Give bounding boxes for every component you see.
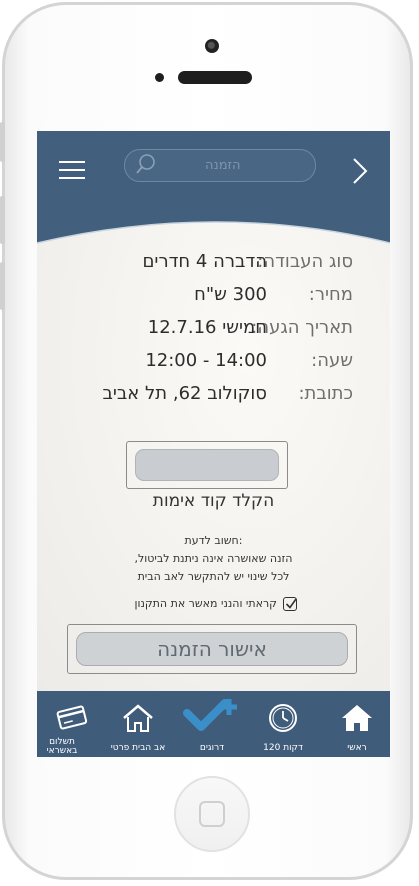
home-icon <box>342 705 372 731</box>
terms-checkbox[interactable] <box>283 597 297 611</box>
app-header: הזמנה <box>37 131 390 211</box>
mute-switch <box>0 122 5 162</box>
app-screen: הזמנה סוג העבודה: הדברה 4 חדרים מחיר: 30… <box>37 131 390 757</box>
tab-main-label: ראשי <box>347 743 367 753</box>
tab-private-caretaker[interactable]: אב הבית פרטי <box>103 691 173 757</box>
tab-private-caretaker-label: אב הבית פרטי <box>110 743 166 753</box>
address-label: כתובת: <box>298 383 353 404</box>
house-icon <box>123 704 153 732</box>
verification-code-input[interactable] <box>135 449 279 481</box>
arrival-date-row: תאריך הגעה: חמישי 12.7.16 <box>47 317 353 343</box>
front-camera <box>205 39 219 53</box>
job-type-label: סוג העבודה: <box>257 251 353 272</box>
price-row: מחיר: 300 ש"ח <box>47 284 353 310</box>
tab-ratings[interactable]: דרוגים <box>177 691 247 757</box>
checkmark-icon <box>285 598 297 609</box>
time-row: שעה: 12:00 - 14:00 <box>47 350 353 376</box>
price-value: 300 ש"ח <box>194 284 267 305</box>
job-type-value: הדברה 4 חדרים <box>142 251 267 272</box>
clock-icon <box>269 704 297 732</box>
tab-payment-label: תשלום באשראי <box>46 737 78 756</box>
important-note-line-1: הזנה שאושרה אינה ניתנת לביטול, <box>134 552 293 565</box>
important-note-title: חשוב לדעת: <box>184 534 243 547</box>
earpiece-speaker <box>178 71 252 84</box>
credit-card-icon <box>56 705 88 730</box>
volume-down-button <box>0 262 5 310</box>
tab-ratings-label: דרוגים <box>199 743 225 753</box>
search-icon <box>136 154 155 174</box>
time-value: 12:00 - 14:00 <box>145 350 267 371</box>
tab-120-minutes-label: 120 דקות <box>263 743 303 753</box>
chevron-right-icon[interactable] <box>350 156 370 186</box>
confirm-order-button[interactable]: אישור הזמנה <box>76 632 348 666</box>
address-value: סוקולוב 62, תל אביב <box>102 383 267 404</box>
home-button-square-icon <box>199 801 225 827</box>
time-label: שעה: <box>311 350 353 371</box>
price-label: מחיר: <box>308 284 353 305</box>
important-note-line-2: לכל שינוי יש להתקשר לאב הבית <box>137 570 290 583</box>
job-type-row: סוג העבודה: הדברה 4 חדרים <box>47 251 353 277</box>
hamburger-menu-icon[interactable] <box>59 161 85 181</box>
volume-up-button <box>0 196 5 244</box>
tab-payment[interactable]: תשלום באשראי <box>37 691 107 757</box>
search-input[interactable]: הזמנה <box>124 149 316 182</box>
tab-120-minutes[interactable]: 120 דקות <box>248 691 318 757</box>
arrival-date-value: חמישי 12.7.16 <box>147 317 267 338</box>
tab-main[interactable]: ראשי <box>322 691 390 757</box>
terms-label: קראתי והנני מאשר את התקנון <box>134 597 277 610</box>
address-row: כתובת: סוקולוב 62, תל אביב <box>47 383 353 409</box>
terms-checkbox-row[interactable]: קראתי והנני מאשר את התקנון <box>134 597 297 615</box>
proximity-sensor <box>155 73 164 82</box>
verification-code-label: הקלד קוד אימות <box>152 491 275 511</box>
search-placeholder: הזמנה <box>205 158 241 173</box>
bottom-tab-bar: תשלום באשראי אב הבית פרטי דרוגים 120 דקו… <box>37 691 390 757</box>
rating-check-plus-icon <box>183 699 237 731</box>
